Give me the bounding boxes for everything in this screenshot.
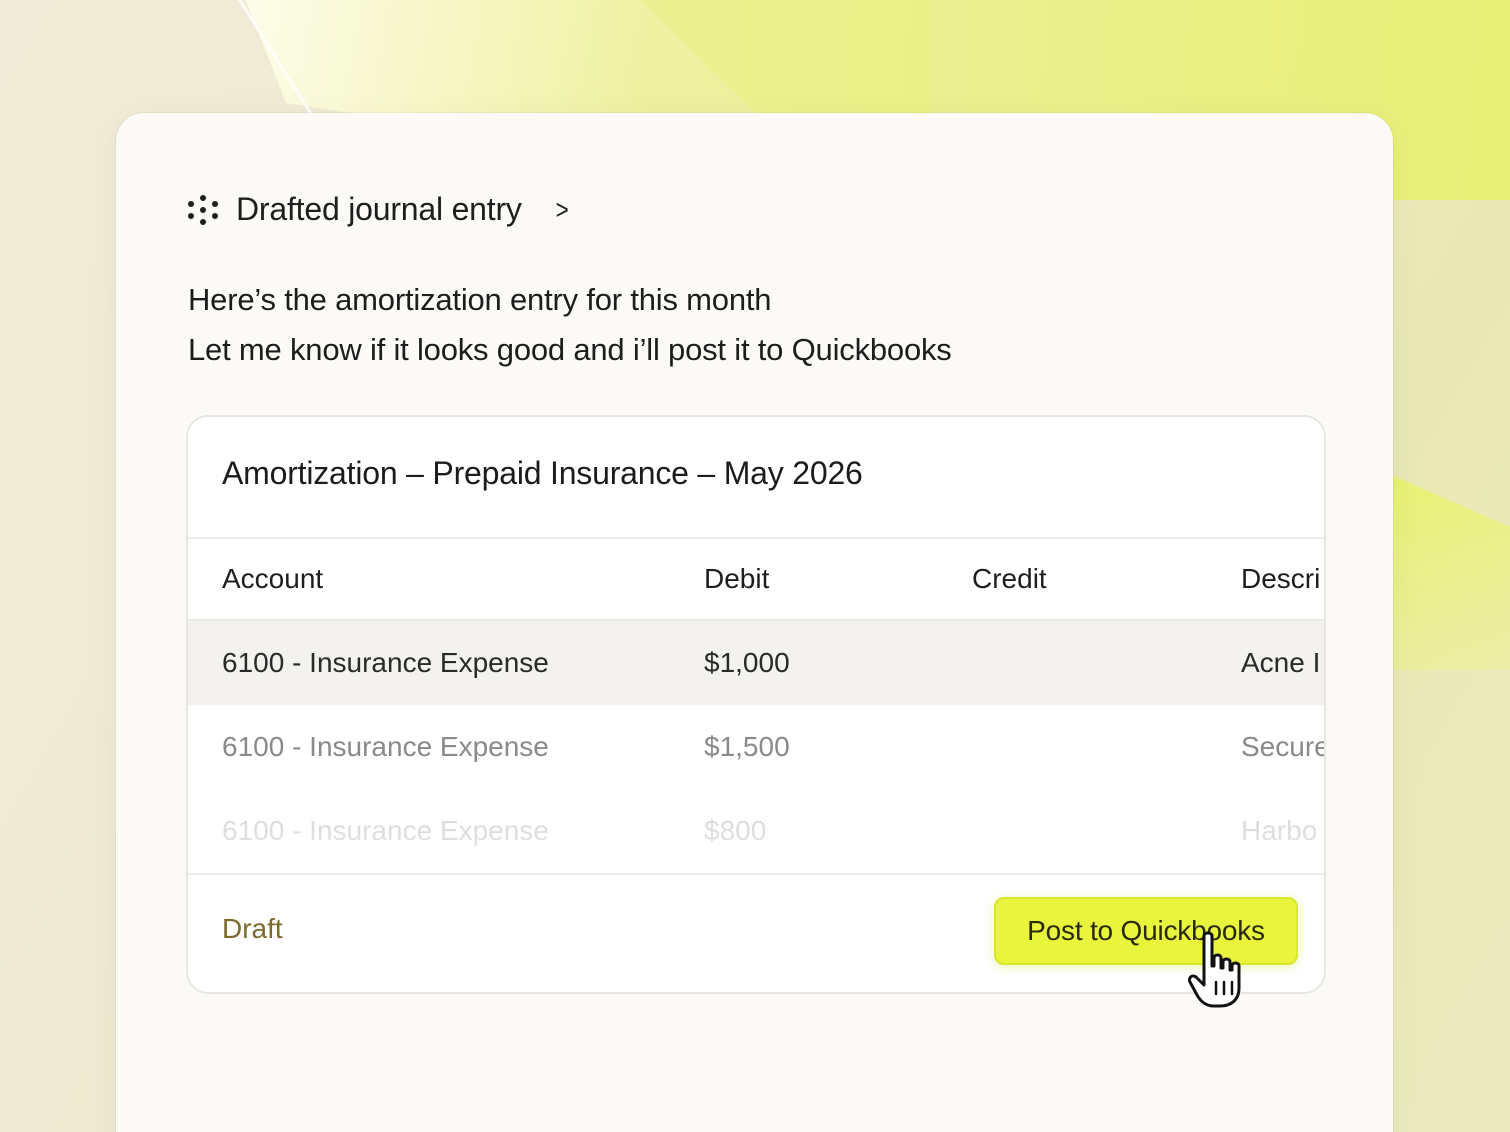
debit-cell: $1,000: [704, 647, 790, 678]
account-cell: 6100 - Insurance Expense: [222, 647, 549, 678]
account-cell: 6100 - Insurance Expense: [222, 731, 549, 762]
credit-cell: [972, 621, 1212, 705]
message-line: Let me know if it looks good and i’ll po…: [188, 332, 952, 367]
post-to-quickbooks-button[interactable]: Post to Quickbooks: [994, 897, 1298, 965]
journal-entry-panel: Amortization – Prepaid Insurance – May 2…: [186, 415, 1326, 994]
header-title: Drafted journal entry: [236, 191, 522, 227]
column-header-description: Descri: [1241, 563, 1321, 594]
table-header-row: Account Debit Credit Descri: [188, 539, 1324, 619]
column-header-debit: Debit: [704, 563, 770, 594]
message-line: Here’s the amortization entry for this m…: [188, 282, 772, 317]
description-cell: Harbo: [1241, 815, 1318, 846]
hand-pointer-cursor-icon: [1188, 931, 1241, 1008]
background-shard: [1380, 470, 1510, 670]
dots-grid-icon: [188, 194, 218, 225]
description-cell: Secure: [1241, 731, 1324, 762]
chevron-right-icon[interactable]: >: [555, 194, 568, 226]
description-cell: Acne I: [1241, 647, 1321, 678]
credit-cell: [972, 789, 1212, 873]
journal-table: Account Debit Credit Descri 6100 - Insur…: [188, 539, 1324, 873]
divider: [188, 873, 1324, 875]
table-row[interactable]: 6100 - Insurance Expense $800 Harbo: [188, 789, 1324, 873]
table-row[interactable]: 6100 - Insurance Expense $1,000 Acne I: [188, 621, 1324, 705]
entry-title: Amortization – Prepaid Insurance – May 2…: [222, 455, 863, 491]
table-row[interactable]: 6100 - Insurance Expense $1,500 Secure: [188, 705, 1324, 789]
column-header-account: Account: [222, 563, 324, 594]
journal-entry-header[interactable]: Drafted journal entry >: [188, 191, 570, 228]
credit-cell: [972, 705, 1212, 789]
assistant-message: Here’s the amortization entry for this m…: [188, 275, 952, 375]
account-cell: 6100 - Insurance Expense: [222, 815, 549, 846]
debit-cell: $1,500: [704, 731, 790, 762]
debit-cell: $800: [704, 815, 767, 846]
status-badge: Draft: [222, 913, 283, 944]
column-header-credit: Credit: [972, 563, 1047, 594]
